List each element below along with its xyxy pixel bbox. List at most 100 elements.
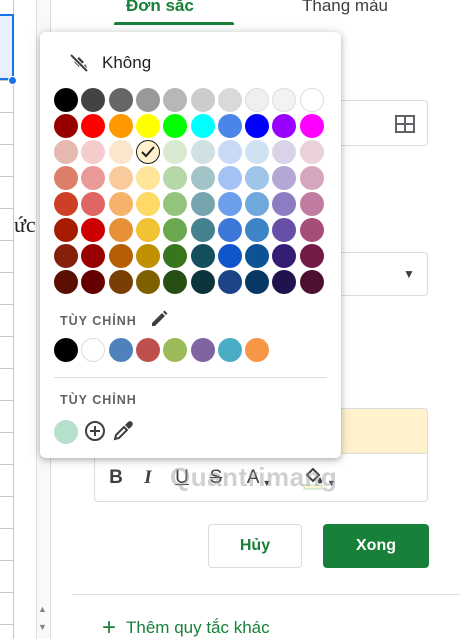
color-swatch[interactable] (190, 218, 215, 242)
custom-color-swatch[interactable] (245, 338, 270, 362)
color-swatch[interactable] (54, 88, 78, 112)
color-swatch[interactable] (163, 140, 188, 164)
color-swatch[interactable] (272, 192, 297, 216)
color-swatch[interactable] (190, 244, 215, 268)
bold-button[interactable]: B (105, 464, 127, 492)
color-swatch[interactable] (135, 244, 160, 268)
scroll-up-arrow-icon[interactable]: ▲ (38, 604, 47, 614)
color-swatch[interactable] (272, 244, 297, 268)
color-swatch[interactable] (163, 88, 188, 112)
color-swatch[interactable] (272, 140, 297, 164)
custom-color-swatch[interactable] (163, 338, 188, 362)
color-swatch[interactable] (135, 166, 160, 190)
color-swatch[interactable] (299, 140, 324, 164)
color-swatch[interactable] (299, 218, 324, 242)
color-swatch[interactable] (54, 244, 78, 268)
color-swatch[interactable] (81, 218, 106, 242)
color-swatch[interactable] (135, 140, 160, 164)
color-swatch[interactable] (135, 114, 160, 138)
color-swatch[interactable] (217, 166, 242, 190)
color-swatch[interactable] (108, 88, 133, 112)
color-swatch[interactable] (299, 244, 324, 268)
custom-color-swatch[interactable] (108, 338, 133, 362)
color-swatch[interactable] (81, 166, 106, 190)
color-swatch[interactable] (190, 88, 215, 112)
color-swatch[interactable] (245, 166, 270, 190)
color-swatch[interactable] (272, 88, 297, 112)
color-swatch[interactable] (163, 270, 188, 294)
color-swatch[interactable] (54, 166, 78, 190)
color-swatch[interactable] (108, 192, 133, 216)
selection-handle[interactable] (8, 76, 17, 85)
custom-color-swatch[interactable] (190, 338, 215, 362)
color-swatch[interactable] (81, 192, 106, 216)
color-swatch[interactable] (245, 140, 270, 164)
color-swatch[interactable] (217, 244, 242, 268)
add-rule-button[interactable]: + Thêm quy tắc khác (102, 616, 270, 639)
color-swatch[interactable] (245, 88, 270, 112)
color-swatch[interactable] (108, 166, 133, 190)
color-swatch[interactable] (81, 140, 106, 164)
color-swatch[interactable] (245, 244, 270, 268)
color-swatch[interactable] (299, 166, 324, 190)
tab-color-scale[interactable]: Thang màu (302, 0, 388, 16)
color-swatch[interactable] (299, 114, 324, 138)
color-swatch[interactable] (190, 114, 215, 138)
custom-color-swatch[interactable] (54, 338, 78, 362)
color-swatch[interactable] (54, 218, 78, 242)
color-swatch[interactable] (245, 270, 270, 294)
eyedropper-icon[interactable] (112, 420, 134, 442)
tab-single-color[interactable]: Đơn sắc (126, 0, 194, 16)
color-swatch[interactable] (108, 270, 133, 294)
color-swatch[interactable] (190, 192, 215, 216)
no-color-option[interactable]: Không (68, 52, 151, 74)
scroll-down-arrow-icon[interactable]: ▼ (38, 622, 47, 632)
color-swatch[interactable] (81, 244, 106, 268)
color-swatch[interactable] (245, 192, 270, 216)
color-swatch[interactable] (190, 166, 215, 190)
custom-color-swatch[interactable] (217, 338, 242, 362)
color-swatch[interactable] (163, 218, 188, 242)
color-swatch[interactable] (217, 270, 242, 294)
color-swatch[interactable] (108, 140, 133, 164)
color-swatch[interactable] (272, 218, 297, 242)
color-swatch[interactable] (135, 270, 160, 294)
custom-color-swatch[interactable] (135, 338, 160, 362)
color-swatch[interactable] (245, 218, 270, 242)
color-swatch[interactable] (245, 114, 270, 138)
color-swatch[interactable] (135, 192, 160, 216)
color-swatch[interactable] (135, 218, 160, 242)
add-custom-color-icon[interactable] (84, 420, 106, 442)
color-swatch[interactable] (217, 140, 242, 164)
italic-button[interactable]: I (137, 464, 159, 492)
color-swatch[interactable] (163, 192, 188, 216)
custom-color-swatch[interactable] (81, 338, 106, 362)
color-swatch[interactable] (272, 114, 297, 138)
color-swatch[interactable] (135, 88, 160, 112)
color-swatch[interactable] (81, 270, 106, 294)
color-swatch[interactable] (217, 192, 242, 216)
cancel-button[interactable]: Hủy (208, 524, 302, 568)
select-range-icon[interactable] (395, 115, 415, 133)
color-swatch[interactable] (299, 88, 324, 112)
color-swatch[interactable] (54, 114, 78, 138)
color-swatch[interactable] (81, 88, 106, 112)
color-swatch[interactable] (299, 192, 324, 216)
color-swatch[interactable] (108, 114, 133, 138)
color-swatch[interactable] (190, 270, 215, 294)
color-swatch[interactable] (217, 114, 242, 138)
color-swatch[interactable] (272, 270, 297, 294)
done-button[interactable]: Xong (323, 524, 429, 568)
color-swatch[interactable] (163, 114, 188, 138)
color-swatch[interactable] (190, 140, 215, 164)
color-swatch[interactable] (54, 192, 78, 216)
pencil-icon[interactable] (150, 310, 168, 328)
color-swatch[interactable] (163, 244, 188, 268)
color-swatch[interactable] (217, 218, 242, 242)
color-swatch[interactable] (299, 270, 324, 294)
color-swatch[interactable] (54, 140, 78, 164)
color-swatch[interactable] (217, 88, 242, 112)
color-swatch[interactable] (81, 114, 106, 138)
color-swatch[interactable] (163, 166, 188, 190)
color-swatch[interactable] (272, 166, 297, 190)
